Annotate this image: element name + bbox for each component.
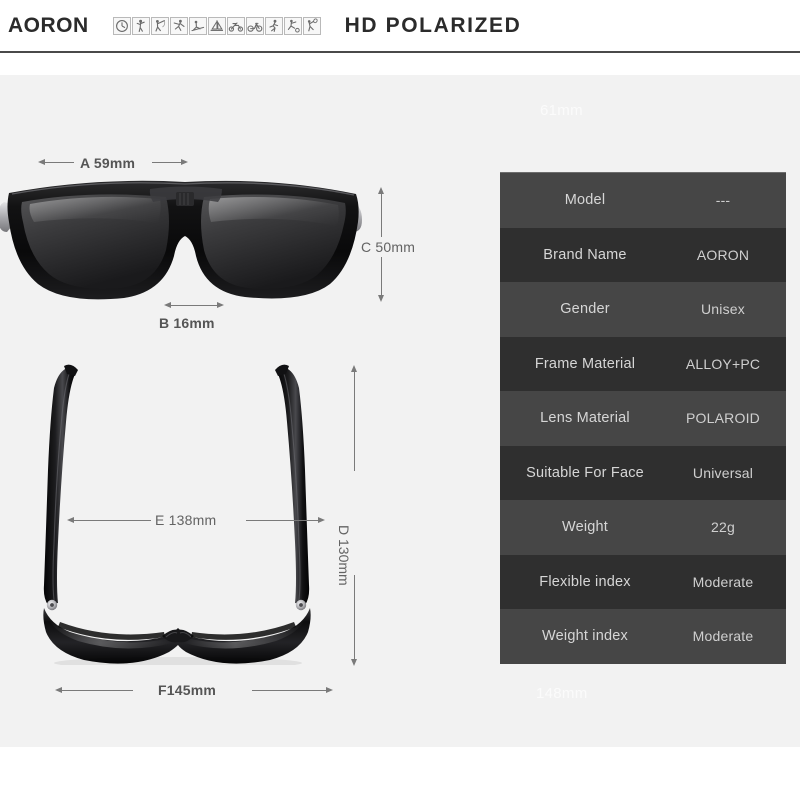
spec-value: --- [715,192,731,209]
dimension-f-arrow-left [55,687,62,693]
spec-key: Weight index [542,628,628,645]
spec-key: Suitable For Face [526,464,644,481]
spec-key: Frame Material [534,355,636,372]
dimension-a-label: A 59mm [80,155,136,171]
dimension-d-line-top [354,371,355,471]
motorcycle-icon [226,17,245,35]
table-row: Suitable For Face Universal [500,445,786,500]
page-header: AORON HD POLARIZED [0,0,800,52]
clock-icon [112,17,131,35]
spec-value: AORON [696,246,750,263]
spec-value: POLAROID [686,410,760,427]
spec-key: Brand Name [543,246,627,263]
baseball-icon [169,17,188,35]
table-row: Lens Material POLAROID [500,391,786,446]
soccer-icon [283,17,302,35]
spec-value: Moderate [692,628,754,645]
table-row: Weight 22g [500,500,786,555]
spec-value: 22g [711,519,735,536]
tennis-icon [302,17,321,35]
dimension-e-arrow-left [67,517,74,523]
dimension-e-line-left [73,520,151,521]
dimension-b-arrow-left [164,302,171,308]
dimension-a-line-left [44,162,74,163]
spec-key: Weight [561,519,609,536]
dimension-a-arrow-left [38,159,45,165]
dimension-b-arrow-right [217,302,224,308]
watermark-width-top: 61mm [540,102,583,119]
specification-table: Model --- Brand Name AORON Gender Unisex… [500,172,786,664]
dimension-f-line-right [252,690,327,691]
dimension-d-arrow-bottom [350,659,357,666]
dimension-a-arrow-right [181,159,188,165]
dimension-a-line-right [152,162,182,163]
spec-value: Unisex [701,301,745,318]
fishing-icon [150,17,169,35]
spec-value: Moderate [692,573,754,590]
table-row: Flexible index Moderate [500,554,786,609]
product-diagram-stage: 61mm 148mm A 59mm B 16mm C 50mm D 130mm … [0,75,800,747]
watermark-width-bottom: 148mm [536,685,588,702]
table-row: Model --- [500,173,786,228]
dimension-d-label: D 130mm [336,525,352,586]
spec-value: Universal [692,464,754,481]
dimension-e-line-right [246,520,319,521]
spec-key: Flexible index [539,573,631,590]
spec-key: Gender [560,301,610,318]
product-spec-page: AORON HD POLARIZED 61mm 148mm A 59mm B 1… [0,0,800,800]
sport-icon-strip [112,17,321,35]
spec-key: Lens Material [540,410,630,427]
sunglasses-front-view-image [0,170,380,305]
cycling-icon [245,17,264,35]
dimension-d-arrow-top [350,365,357,372]
running-icon [264,17,283,35]
dimension-b-label: B 16mm [159,315,215,331]
skiing-icon [188,17,207,35]
table-row: Frame Material ALLOY+PC [500,336,786,391]
sailing-icon [207,17,226,35]
table-row: Weight index Moderate [500,609,786,664]
table-row: Gender Unisex [500,282,786,337]
brand-wordmark: AORON [8,14,89,37]
dimension-c-label: C 50mm [358,237,419,257]
dimension-e-arrow-right [318,517,325,523]
table-row: Brand Name AORON [500,227,786,282]
dimension-f-arrow-right [326,687,333,693]
dimension-f-label: F145mm [158,682,217,698]
dimension-c-arrow-top [377,187,384,194]
spec-key: Model [564,192,606,209]
golf-icon [131,17,150,35]
dimension-c-arrow-bottom [377,295,384,302]
tagline: HD POLARIZED [344,14,522,37]
header-divider [0,51,800,53]
spec-value: ALLOY+PC [685,355,761,372]
dimension-e-label: E 138mm [155,512,217,528]
dimension-b-line [169,305,219,306]
dimension-d-line-bottom [354,575,355,660]
dimension-f-line-left [61,690,133,691]
